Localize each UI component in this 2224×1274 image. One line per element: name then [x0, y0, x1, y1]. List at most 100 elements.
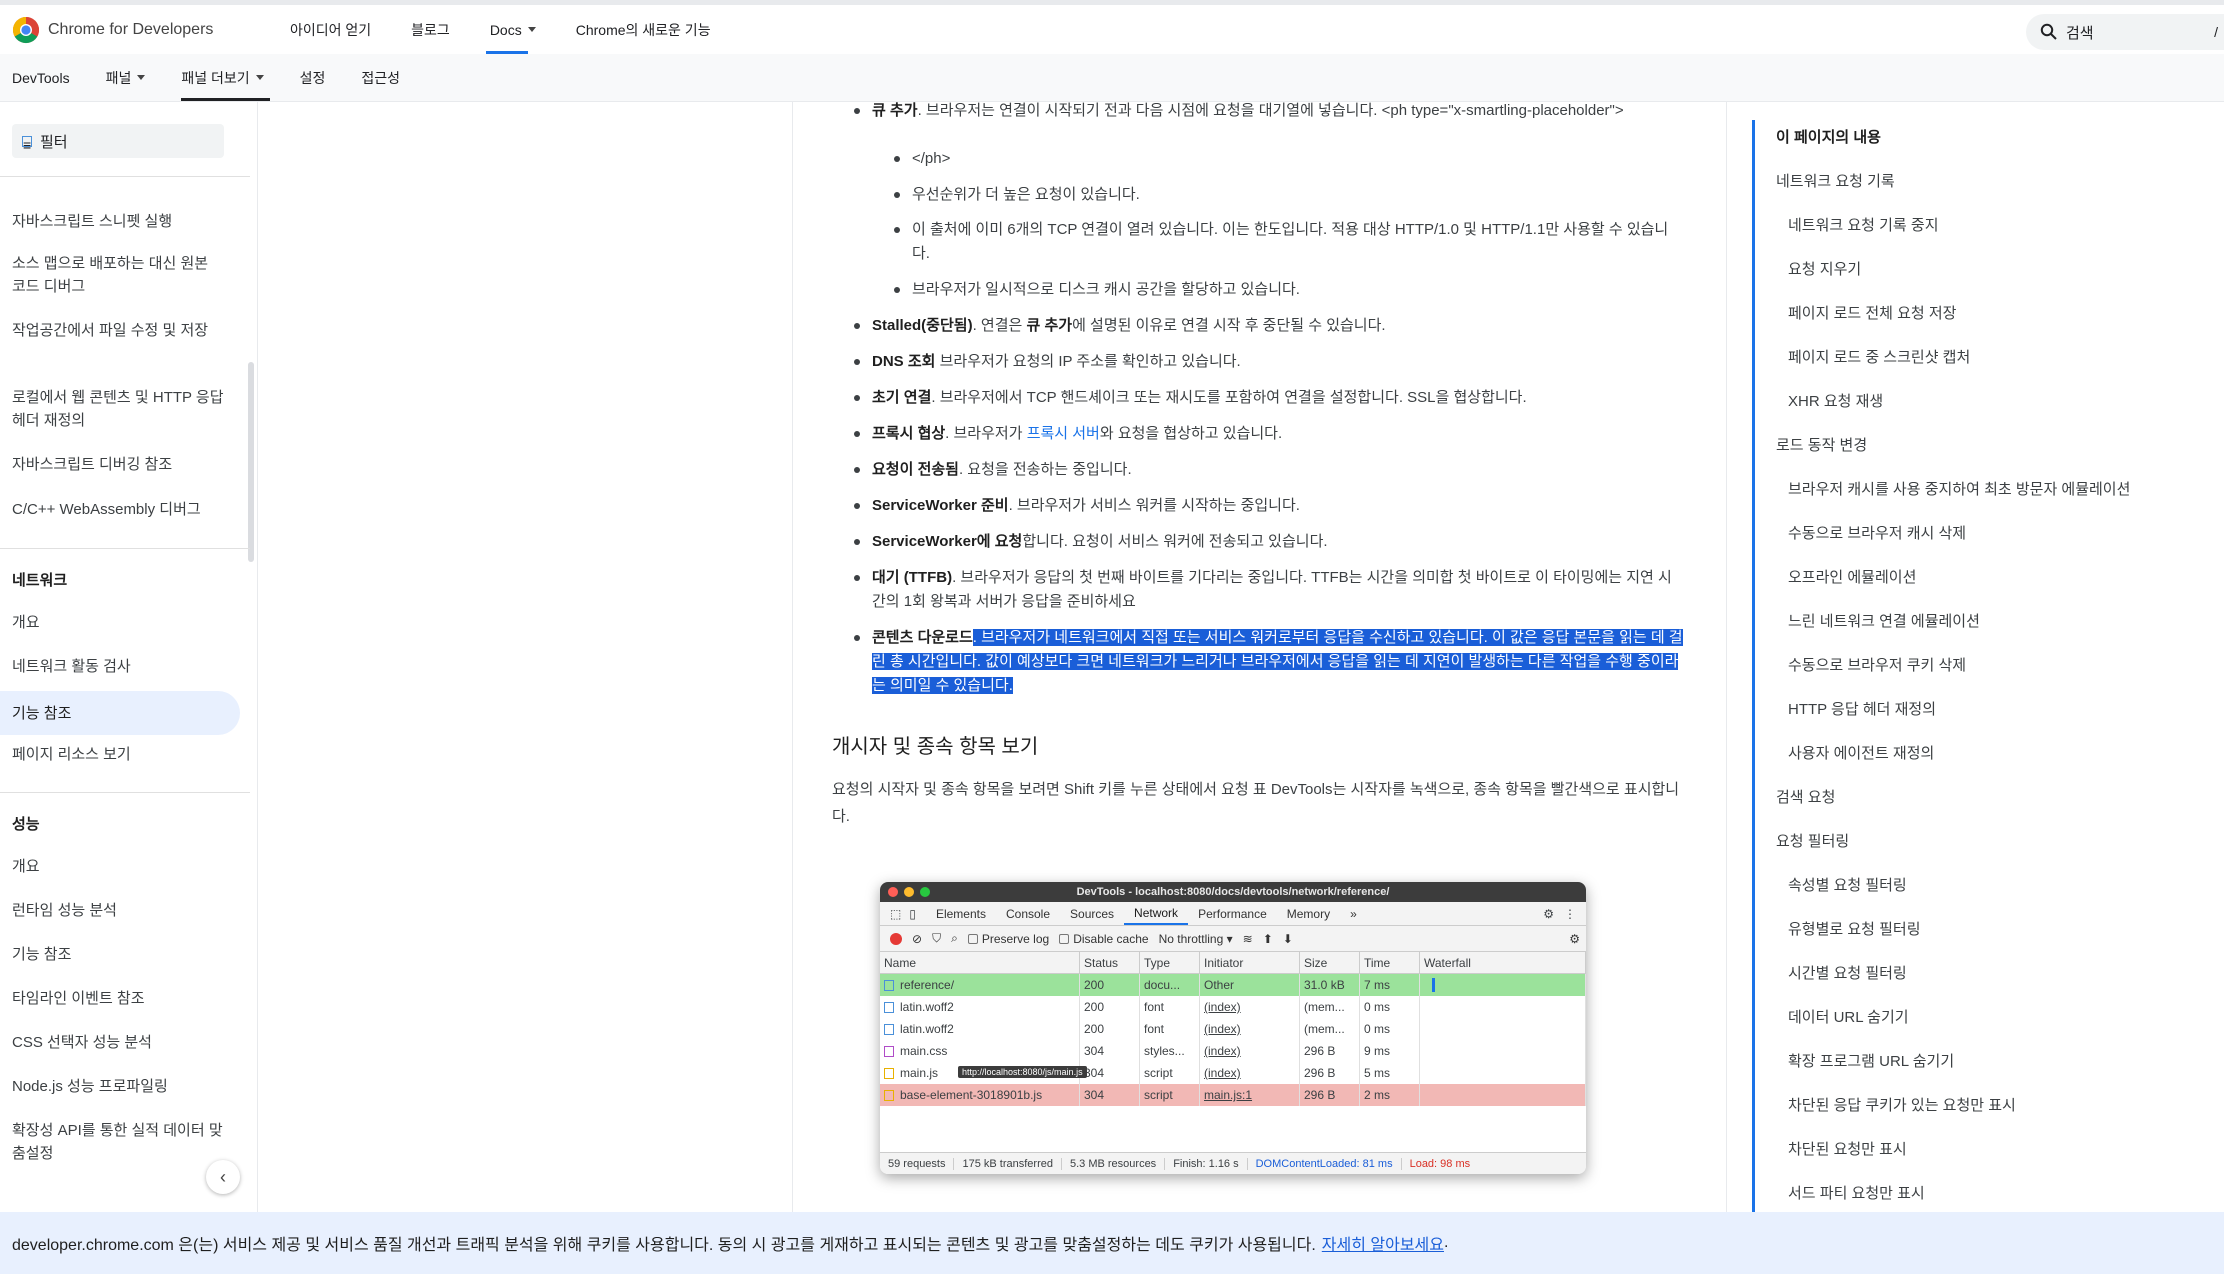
- cell-name: latin.woff2: [880, 996, 1080, 1018]
- status-domcontentloaded: DOMContentLoaded: 81 ms: [1248, 1157, 1402, 1170]
- table-row: reference/ 200 docu... Other 31.0 kB 7 m…: [880, 974, 1586, 996]
- table-row: main.js 304 script (index) 296 B 5 ms ht…: [880, 1062, 1586, 1084]
- toc-item[interactable]: 페이지 로드 전체 요청 저장: [1788, 302, 1956, 323]
- close-dot-icon: [888, 887, 898, 897]
- toc-item[interactable]: 서드 파티 요청만 표시: [1788, 1182, 1925, 1203]
- brand-logo[interactable]: Chrome for Developers: [12, 16, 262, 44]
- sidebar-item[interactable]: 페이지 리소스 보기: [12, 743, 224, 766]
- sidebar-item[interactable]: 개요: [12, 611, 224, 634]
- sidebar-item-active[interactable]: 기능 참조: [0, 691, 240, 735]
- sidebar-item[interactable]: 네트워크 활동 검사: [12, 655, 224, 678]
- toc-item[interactable]: 브라우저 캐시를 사용 중지하여 최초 방문자 에뮬레이션: [1788, 478, 2130, 499]
- sidebar-item[interactable]: 소스 맵으로 배포하는 대신 원본 코드 디버그: [12, 252, 224, 298]
- filter-icon: ⛉: [932, 931, 942, 945]
- toc-item[interactable]: 유형별로 요청 필터링: [1788, 918, 1921, 939]
- toc-item[interactable]: 수동으로 브라우저 캐시 삭제: [1788, 522, 1966, 543]
- cell-waterfall: [1420, 974, 1586, 996]
- toc-item[interactable]: 사용자 에이전트 재정의: [1788, 742, 1934, 763]
- search-shortcut: /: [2214, 24, 2218, 40]
- toc-item[interactable]: 페이지 로드 중 스크린샷 캡처: [1788, 346, 1970, 367]
- sidebar-item[interactable]: 런타임 성능 분석: [12, 899, 224, 922]
- toc-item[interactable]: HTTP 응답 헤더 재정의: [1788, 698, 1936, 719]
- toc-item[interactable]: XHR 요청 재생: [1788, 390, 1883, 411]
- nav-docs[interactable]: Docs: [470, 5, 556, 54]
- toc-item[interactable]: 시간별 요청 필터링: [1788, 962, 1907, 983]
- filter-placeholder: 필터: [40, 133, 68, 151]
- subnav-panels[interactable]: 패널: [94, 54, 166, 101]
- name-text: reference/: [900, 978, 955, 992]
- cell-status: 200: [1080, 996, 1140, 1018]
- sidebar-item[interactable]: Node.js 성능 프로파일링: [12, 1075, 224, 1098]
- toc-indicator: [1752, 120, 1755, 1212]
- sidebar-item[interactable]: 자바스크립트 스니펫 실행: [12, 210, 224, 233]
- sidebar-item[interactable]: 작업공간에서 파일 수정 및 저장: [12, 319, 224, 342]
- toc-item[interactable]: 느린 네트워크 연결 에뮬레이션: [1788, 610, 1980, 631]
- toc-item[interactable]: 차단된 응답 쿠키가 있는 요청만 표시: [1788, 1094, 2016, 1115]
- status-requests: 59 requests: [880, 1157, 955, 1170]
- term: 요청이 전송됨: [872, 461, 959, 478]
- name-text: main.css: [900, 1044, 948, 1058]
- term: 초기 연결: [872, 389, 932, 406]
- sidebar-item[interactable]: CSS 선택자 성능 분석: [12, 1031, 224, 1054]
- toc-item[interactable]: 수동으로 브라우저 쿠키 삭제: [1788, 654, 1966, 675]
- learn-more-link[interactable]: 자세히 알아보세요: [1322, 1231, 1444, 1255]
- toc-item[interactable]: 로드 동작 변경: [1776, 434, 1867, 455]
- cell-initiator: main.js:1: [1200, 1084, 1300, 1106]
- checkbox-icon: [1059, 933, 1070, 944]
- subnav-settings[interactable]: 설정: [288, 54, 346, 101]
- cell-type: script: [1140, 1084, 1200, 1106]
- toc-item[interactable]: 네트워크 요청 기록: [1776, 170, 1895, 191]
- nav-ideas[interactable]: 아이디어 얻기: [270, 5, 391, 54]
- toc-item[interactable]: 확장 프로그램 URL 숨기기: [1788, 1050, 1954, 1071]
- tab-memory: Memory: [1286, 906, 1331, 921]
- inspect-icon: ⬚: [890, 906, 902, 921]
- collapse-sidebar-button[interactable]: ‹: [206, 1160, 240, 1194]
- cell-type: font: [1140, 1018, 1200, 1040]
- sidebar-item[interactable]: C/C++ WebAssembly 디버그: [12, 498, 224, 521]
- cell-size: 296 B: [1300, 1040, 1360, 1062]
- toc-item[interactable]: 요청 지우기: [1788, 258, 1861, 279]
- sidebar-item[interactable]: 기능 참조: [12, 943, 224, 966]
- cell-waterfall: [1420, 1062, 1586, 1084]
- col-size: Size: [1300, 952, 1360, 973]
- toc-item[interactable]: 네트워크 요청 기록 중지: [1788, 214, 1939, 235]
- paragraph: 요청의 시작자 및 종속 항목을 보려면 Shift 키를 누른 상태에서 요청…: [832, 781, 1680, 825]
- toc-item[interactable]: 속성별 요청 필터링: [1788, 874, 1907, 895]
- proxy-server-link[interactable]: 프록시 서버: [1027, 425, 1100, 442]
- toc-item[interactable]: 요청 필터링: [1776, 830, 1849, 851]
- cell-time: 0 ms: [1360, 1018, 1420, 1040]
- sidebar-item[interactable]: 확장성 API를 통한 실적 데이터 맞춤설정: [12, 1119, 224, 1165]
- list-item-text: </ph>: [894, 147, 1672, 171]
- sidebar-item[interactable]: 개요: [12, 855, 224, 878]
- list-item: 우선순위가 더 높은 요청이 있습니다.: [894, 183, 1682, 207]
- toc-item[interactable]: 차단된 요청만 표시: [1788, 1138, 1907, 1159]
- col-type: Type: [1140, 952, 1200, 973]
- nav-blog[interactable]: 블로그: [391, 5, 470, 54]
- devtools-titlebar: DevTools - localhost:8080/docs/devtools/…: [880, 882, 1586, 902]
- toc-item[interactable]: 오프라인 에뮬레이션: [1788, 566, 1916, 587]
- cell-size: 296 B: [1300, 1084, 1360, 1106]
- divider: [792, 102, 793, 1212]
- search-input[interactable]: 검색 /: [2026, 14, 2224, 50]
- top-header: Chrome for Developers 아이디어 얻기 블로그 Docs C…: [0, 0, 2224, 54]
- font-file-icon: [884, 1023, 894, 1035]
- cell-waterfall: [1420, 1084, 1586, 1106]
- sidebar-scrollbar[interactable]: [248, 362, 254, 562]
- sidebar-item[interactable]: 로컬에서 웹 콘텐츠 및 HTTP 응답 헤더 재정의: [12, 386, 224, 432]
- subnav-accessibility[interactable]: 접근성: [349, 54, 420, 101]
- throttling-select: No throttling ▾: [1158, 931, 1233, 946]
- gear-icon: ⚙: [1543, 906, 1554, 921]
- toc-item[interactable]: 데이터 URL 숨기기: [1788, 1006, 1909, 1027]
- chevron-left-icon: ‹: [220, 1166, 226, 1187]
- list-item: 요청이 전송됨. 요청을 전송하는 중입니다.: [854, 458, 1682, 482]
- sidebar-item[interactable]: 자바스크립트 디버깅 참조: [12, 453, 224, 476]
- sidebar-item[interactable]: 타임라인 이벤트 참조: [12, 987, 224, 1010]
- toc-item[interactable]: 검색 요청: [1776, 786, 1835, 807]
- table-row: latin.woff2 200 font (index) (mem... 0 m…: [880, 996, 1586, 1018]
- nav-whats-new[interactable]: Chrome의 새로운 기능: [556, 5, 731, 54]
- text: . 브라우저는 연결이 시작되기 전과 다음 시점에 요청을 대기열에 넣습니다…: [917, 102, 1624, 119]
- filter-input[interactable]: ≡ 필터: [12, 124, 224, 158]
- text: 합니다. 요청이 서비스 워커에 전송되고 있습니다.: [1022, 533, 1328, 550]
- subnav-more-panels[interactable]: 패널 더보기: [169, 54, 283, 101]
- subnav-devtools[interactable]: DevTools: [0, 54, 90, 101]
